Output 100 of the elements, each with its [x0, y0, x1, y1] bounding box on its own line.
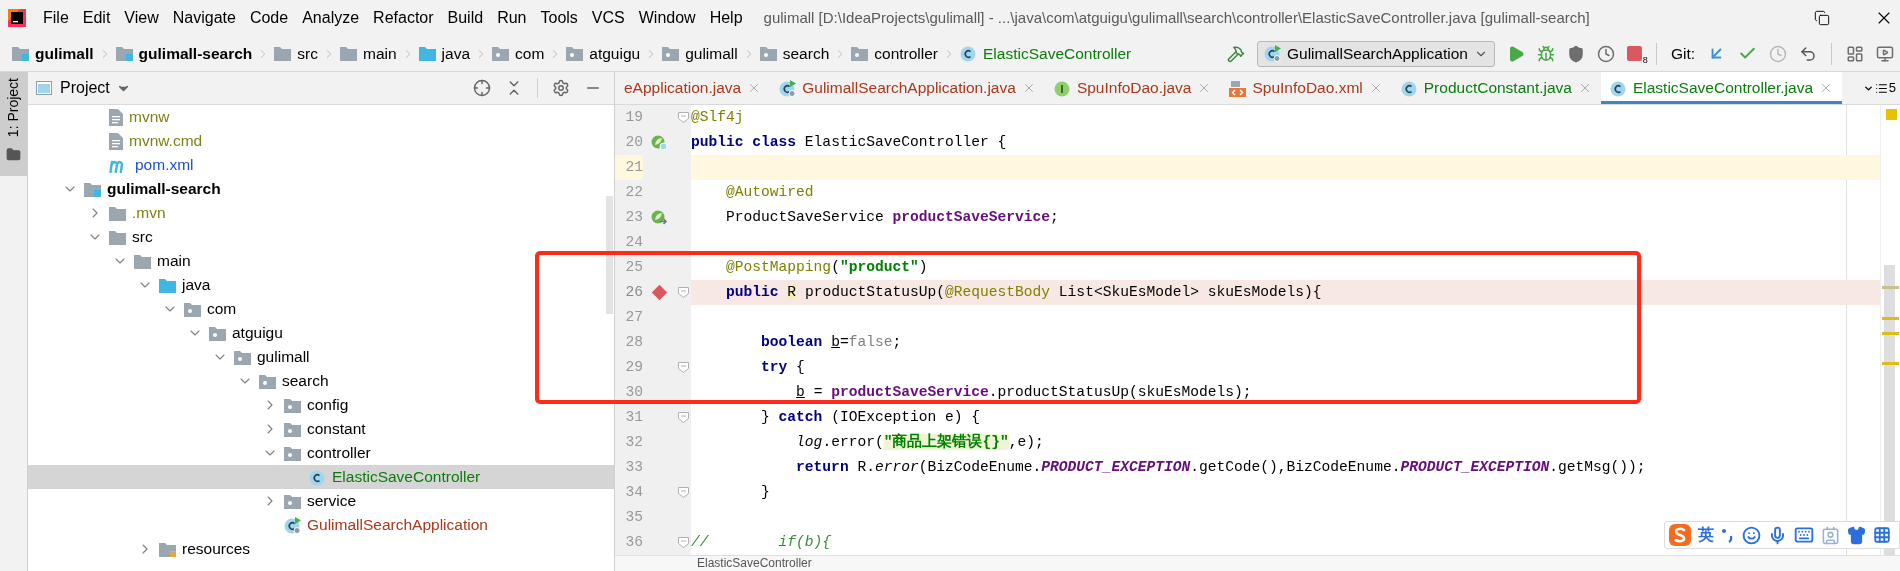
tree-item[interactable]: gulimall-search	[28, 177, 614, 201]
input-method-logo-icon[interactable]	[1669, 524, 1691, 546]
line-number: 34	[624, 482, 643, 502]
menu-item[interactable]: Navigate	[165, 6, 243, 30]
tab-overflow-button[interactable]: 5	[1862, 72, 1900, 104]
module-icon	[115, 46, 133, 61]
tree-item[interactable]: config	[28, 393, 614, 417]
keyboard-icon[interactable]	[1794, 525, 1814, 545]
code-line: public class ElasticSaveController {	[691, 133, 1007, 152]
undo-icon[interactable]	[1799, 44, 1817, 63]
breadcrumb[interactable]: ElasticSaveController	[958, 41, 1134, 66]
fold-icon[interactable]	[677, 487, 689, 498]
microphone-icon[interactable]	[1768, 525, 1787, 545]
locate-icon[interactable]	[473, 79, 491, 97]
shirt-icon[interactable]	[1847, 525, 1866, 545]
breadcrumb[interactable]: atguigu	[564, 41, 643, 66]
tree-item[interactable]: main	[28, 249, 614, 273]
tree-item[interactable]: gulimall	[28, 345, 614, 369]
coverage-icon[interactable]	[1566, 44, 1585, 63]
breadcrumb[interactable]: src	[272, 41, 320, 66]
editor-tab[interactable]: eApplication.java	[615, 72, 771, 104]
tree-item[interactable]: pom.xml	[28, 153, 614, 177]
editor-breadcrumb[interactable]: ElasticSaveController	[697, 556, 812, 570]
package-icon	[284, 445, 301, 461]
breadcrumb[interactable]: main	[337, 41, 399, 66]
breadcrumb[interactable]: gulimall-search	[113, 41, 255, 66]
breadcrumb[interactable]: java	[416, 41, 472, 66]
menu-item[interactable]: View	[117, 6, 166, 30]
breadcrumb[interactable]: com	[490, 41, 547, 66]
folder-icon	[109, 229, 126, 245]
breadcrumb[interactable]: controller	[849, 41, 940, 66]
menu-item[interactable]: Help	[702, 6, 750, 30]
user-card-icon[interactable]	[1821, 525, 1840, 545]
bean-icon[interactable]	[650, 134, 668, 151]
fold-icon[interactable]	[677, 362, 689, 373]
code-editor[interactable]	[615, 105, 1880, 555]
line-number: 30	[624, 382, 643, 402]
line-number: 35	[624, 507, 643, 527]
tree-item[interactable]: GulimallSearchApplication	[28, 513, 614, 537]
presentation-icon[interactable]	[1876, 44, 1894, 63]
package-icon	[284, 493, 301, 509]
tree-item[interactable]: constant	[28, 417, 614, 441]
package-icon	[234, 349, 251, 365]
debug-icon[interactable]	[1536, 44, 1555, 63]
hammer-icon[interactable]	[1226, 44, 1245, 63]
fold-icon[interactable]	[677, 412, 689, 423]
tree-item[interactable]: .mvn	[28, 201, 614, 225]
bean-icon[interactable]	[650, 209, 668, 226]
breadcrumb[interactable]: gulimall	[10, 41, 96, 66]
tree-item[interactable]: search	[28, 369, 614, 393]
menu-item[interactable]: Code	[242, 6, 296, 30]
text-file-icon	[109, 132, 123, 150]
tree-item[interactable]: java	[28, 273, 614, 297]
project-structure-icon[interactable]	[1846, 44, 1864, 63]
profiler-icon[interactable]	[1596, 44, 1615, 63]
menu-item[interactable]: File	[36, 6, 76, 30]
breadcrumb[interactable]: search	[757, 41, 832, 66]
line-number: 26	[624, 282, 643, 302]
tree-item[interactable]: atguigu	[28, 321, 614, 345]
run-configuration-dropdown[interactable]: GulimallSearchApplication	[1256, 40, 1495, 67]
tree-item[interactable]: resources	[28, 537, 614, 561]
editor-tab[interactable]: SpuInfoDao.xml	[1220, 72, 1392, 104]
grid-icon[interactable]	[1873, 526, 1891, 544]
scrollbar-thumb[interactable]	[606, 196, 613, 314]
code-line: } catch (IOException e) {	[760, 408, 981, 427]
fold-icon[interactable]	[677, 112, 689, 123]
tree-item[interactable]: service	[28, 489, 614, 513]
fold-icon[interactable]	[677, 287, 689, 298]
menu-item[interactable]: Refactor	[366, 6, 441, 30]
punctuation-icon[interactable]	[1721, 527, 1735, 543]
menu-item[interactable]: Analyze	[295, 6, 367, 30]
tree-item[interactable]: mvnw	[28, 105, 614, 129]
editor-tab[interactable]: GulimallSearchApplication.java	[770, 72, 1045, 104]
tree-item[interactable]: com	[28, 297, 614, 321]
menu-item[interactable]: Run	[490, 6, 534, 30]
settings-icon[interactable]	[552, 79, 570, 97]
project-tool-tab[interactable]: 1: Project	[0, 72, 27, 176]
editor-tab[interactable]: SpuInfoDao.java	[1044, 72, 1221, 104]
code-line: @PostMapping("product")	[725, 258, 928, 277]
emoji-icon[interactable]	[1742, 525, 1761, 545]
code-line: boolean b=false;	[760, 333, 902, 352]
language-mode[interactable]: 英	[1698, 523, 1714, 547]
menu-item[interactable]: VCS	[584, 6, 632, 30]
breadcrumb[interactable]: gulimall	[660, 41, 740, 66]
tree-item[interactable]: src	[28, 225, 614, 249]
tree-item[interactable]: ElasticSaveController	[28, 465, 614, 489]
restore-icon[interactable]	[1814, 10, 1830, 26]
editor-tab[interactable]: ProductConstant.java	[1391, 72, 1601, 104]
menu-item[interactable]: Build	[440, 6, 491, 30]
line-number: 32	[624, 432, 643, 452]
menu-item[interactable]: Window	[631, 6, 703, 30]
editor-tab[interactable]: ElasticSaveController.java	[1600, 72, 1843, 104]
fold-icon[interactable]	[677, 537, 689, 548]
panel-title[interactable]: Project	[60, 76, 110, 100]
tree-item[interactable]: mvnw.cmd	[28, 129, 614, 153]
tree-item[interactable]: controller	[28, 441, 614, 465]
line-number: 28	[624, 332, 643, 352]
menu-item[interactable]: Edit	[75, 6, 118, 30]
stop-icon[interactable]	[1626, 46, 1642, 61]
menu-item[interactable]: Tools	[533, 6, 585, 30]
